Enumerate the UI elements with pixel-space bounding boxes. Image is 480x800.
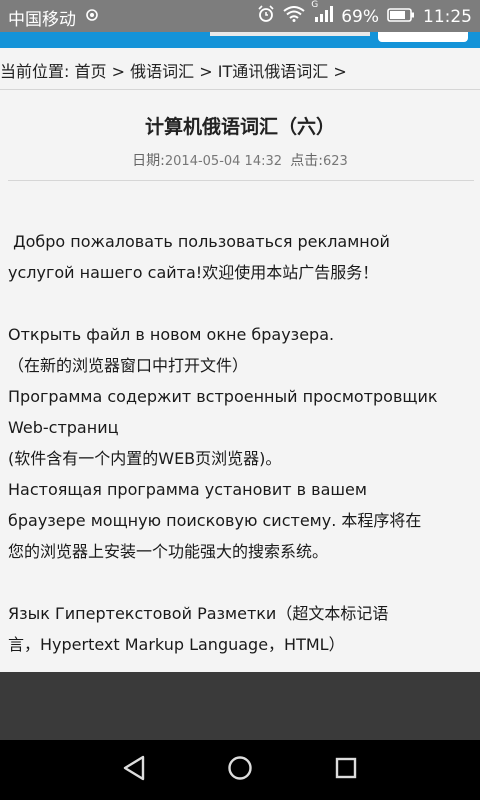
battery-percent: 69% <box>341 6 379 27</box>
date-value: 2014-05-04 14:32 <box>164 154 283 169</box>
breadcrumb-item-home[interactable]: 首页 <box>75 62 107 81</box>
article-line: （在新的浏览器窗口中打开文件） <box>8 356 249 375</box>
article-line: Настоящая программа установит в вашем <box>8 480 367 499</box>
home-button[interactable] <box>220 752 260 788</box>
article-line: 言，Hypertext Markup Language，HTML） <box>8 635 345 654</box>
article-line: Программа содержит встроенный просмотров… <box>8 387 438 406</box>
article-line: браузере мощную поисковую систему. 本程序将在 <box>8 511 422 530</box>
article-line: (软件含有一个内置的WEB页浏览器)。 <box>8 449 282 468</box>
recents-square-icon <box>334 756 358 784</box>
article-line: Web-страниц <box>8 418 119 437</box>
article-title: 计算机俄语词汇（六） <box>144 116 335 138</box>
battery-icon <box>387 7 415 27</box>
divider <box>8 180 474 181</box>
article-line: Добро пожаловать пользоваться рекламной <box>8 232 390 251</box>
breadcrumb-separator: > <box>111 62 126 81</box>
breadcrumb-item-it-vocab[interactable]: IT通讯俄语词汇 <box>218 62 329 81</box>
clock-time: 11:25 <box>423 6 472 27</box>
article-line: Язык Гипертекстовой Разметки（超文本标记语 <box>8 604 389 623</box>
article-line <box>8 567 468 598</box>
article-line: 您的浏览器上安装一个功能强大的搜索系统。 <box>8 542 329 561</box>
status-bar: 中国移动 G 69% 11:25 <box>0 0 480 32</box>
alarm-icon <box>257 5 275 28</box>
recents-button[interactable] <box>326 752 366 788</box>
article-meta: 日期:2014-05-04 14:32 点击:623 <box>0 150 480 170</box>
divider <box>0 89 480 90</box>
back-button[interactable] <box>114 752 154 788</box>
article-body: Добро пожаловать пользоваться рекламной … <box>8 226 468 660</box>
page-footer <box>0 672 480 740</box>
header-logo-area <box>210 32 370 36</box>
site-header <box>0 32 480 48</box>
breadcrumb-item-russian-vocab[interactable]: 俄语词汇 <box>130 62 194 81</box>
network-type: G <box>311 0 319 10</box>
home-circle-icon <box>227 755 253 785</box>
signal-icon: G <box>311 0 334 27</box>
article-line <box>8 288 468 319</box>
breadcrumb-prefix: 当前位置: <box>0 62 70 81</box>
breadcrumb-separator: > <box>333 62 347 81</box>
breadcrumb-separator: > <box>199 62 213 81</box>
article-line: Открыть файл в новом окне браузера. <box>8 325 335 344</box>
breadcrumb: 当前位置: 首页 > 俄语词汇 > IT通讯俄语词汇 > <box>0 58 480 82</box>
date-label: 日期: <box>132 153 165 169</box>
clicks-value: 623 <box>323 154 348 169</box>
wifi-icon <box>283 6 305 27</box>
header-search-box[interactable] <box>378 32 468 42</box>
back-triangle-icon <box>122 755 146 785</box>
carrier-name: 中国移动 <box>8 10 76 30</box>
hotspot-icon <box>84 7 100 28</box>
clicks-label: 点击: <box>290 153 324 169</box>
navigation-bar <box>0 740 480 800</box>
article-line: услугой нашего сайта!欢迎使用本站广告服务！ <box>8 263 379 282</box>
